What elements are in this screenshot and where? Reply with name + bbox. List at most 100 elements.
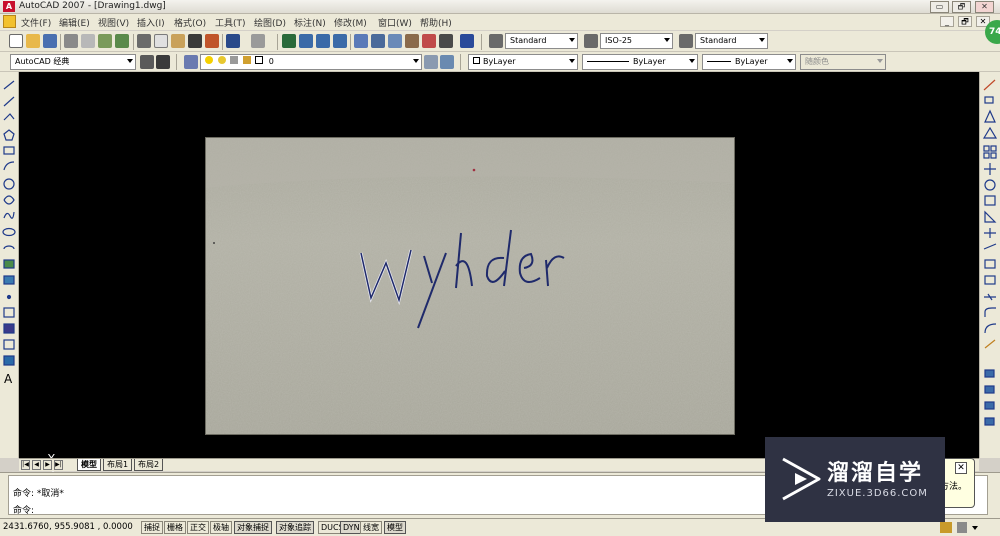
doc-minimize-button[interactable]: _ (940, 16, 954, 27)
polar-toggle[interactable]: 极轴 (210, 521, 232, 534)
handwriting-image (206, 138, 734, 434)
open-icon[interactable] (26, 34, 40, 48)
minimize-button[interactable]: ▭ (930, 1, 949, 13)
copy-icon[interactable] (154, 34, 168, 48)
close-button[interactable]: ✕ (975, 1, 994, 13)
workspace-select[interactable]: AutoCAD 经典 (10, 54, 136, 70)
prev-tab-button[interactable]: ◀ (32, 460, 41, 470)
table-icon (3, 355, 15, 366)
command-history-line: 命令: *取消* (13, 489, 64, 499)
sheet-set-icon[interactable] (405, 34, 419, 48)
doc-restore-button[interactable]: 🗗 (958, 16, 972, 27)
explode-icon (984, 339, 996, 349)
document-menu-icon[interactable] (3, 15, 16, 28)
menu-format[interactable]: 格式(O) (174, 16, 206, 29)
color-select[interactable]: ByLayer (468, 54, 578, 70)
multiline-text-icon: A (4, 372, 13, 386)
raster-image[interactable] (205, 137, 735, 435)
layer-color-swatch (255, 56, 264, 64)
layer-select[interactable]: 0 (200, 54, 422, 70)
snap-toggle[interactable]: 捕捉 (141, 521, 163, 534)
grid-toggle[interactable]: 栅格 (164, 521, 186, 534)
lock-icon[interactable] (957, 522, 967, 533)
table-style-select[interactable]: Standard (695, 33, 768, 49)
pan-icon[interactable] (282, 34, 296, 48)
help-icon[interactable] (460, 34, 474, 48)
break-icon (984, 275, 996, 285)
ortho-toggle[interactable]: 正交 (187, 521, 209, 534)
lightbulb-icon (205, 56, 213, 64)
menu-edit[interactable]: 编辑(E) (59, 16, 90, 29)
tool-palettes-icon[interactable] (388, 34, 402, 48)
zoom-window-icon[interactable] (316, 34, 330, 48)
ellipse-icon (2, 227, 16, 237)
layer-manager-icon[interactable] (184, 55, 198, 69)
color-swatch (473, 57, 480, 64)
draw-toolbar: A (0, 72, 19, 458)
redo-icon[interactable] (251, 34, 265, 48)
calculator-icon[interactable] (439, 34, 453, 48)
menu-tools[interactable]: 工具(T) (215, 16, 246, 29)
publish-icon[interactable] (98, 34, 112, 48)
chevron-down-icon (759, 38, 765, 42)
new-icon[interactable] (9, 34, 23, 48)
properties-icon[interactable] (354, 34, 368, 48)
osnap-toggle[interactable]: 对象捕捉 (234, 521, 272, 534)
design-center-icon[interactable] (371, 34, 385, 48)
workspace-settings-icon[interactable] (140, 55, 154, 69)
menu-modify[interactable]: 修改(M) (334, 16, 367, 29)
last-tab-button[interactable]: ▶| (54, 460, 63, 470)
tab-layout2[interactable]: 布局2 (134, 459, 164, 471)
text-style-select[interactable]: Standard (505, 33, 578, 49)
dim-style-select[interactable]: ISO-25 (600, 33, 673, 49)
print-icon[interactable] (64, 34, 78, 48)
block-editor-icon[interactable] (205, 34, 219, 48)
sun-icon (217, 56, 226, 64)
menu-file[interactable]: 文件(F) (21, 16, 51, 29)
communication-center-icon[interactable] (940, 522, 952, 533)
linetype-select[interactable]: ByLayer (582, 54, 698, 70)
command-prompt[interactable]: 命令: (13, 503, 34, 516)
workspace-save-icon[interactable] (156, 55, 170, 69)
layer-previous-icon[interactable] (440, 55, 454, 69)
menu-help[interactable]: 帮助(H) (420, 16, 452, 29)
dim-style-icon (584, 34, 598, 48)
lineweight-toggle[interactable]: 线宽 (360, 521, 382, 534)
cut-icon[interactable] (137, 34, 151, 48)
make-current-layer-icon[interactable] (424, 55, 438, 69)
first-tab-button[interactable]: |◀ (21, 460, 30, 470)
tab-model[interactable]: 模型 (77, 459, 101, 471)
zoom-previous-icon[interactable] (333, 34, 347, 48)
fillet-icon (984, 323, 997, 334)
save-icon[interactable] (43, 34, 57, 48)
layer-value: 0 (268, 57, 274, 66)
separator (60, 34, 61, 50)
model-toggle[interactable]: 模型 (384, 521, 406, 534)
menu-draw[interactable]: 绘图(D) (254, 16, 286, 29)
zoom-realtime-icon[interactable] (299, 34, 313, 48)
close-icon[interactable]: ✕ (955, 462, 967, 474)
status-menu-arrow-icon[interactable] (972, 526, 978, 530)
lineweight-select[interactable]: ByLayer (702, 54, 796, 70)
paste-icon[interactable] (171, 34, 185, 48)
tab-layout1[interactable]: 布局1 (103, 459, 133, 471)
otrack-toggle[interactable]: 对象追踪 (276, 521, 314, 534)
undo-icon[interactable] (226, 34, 240, 48)
menu-dimension[interactable]: 标注(N) (294, 16, 326, 29)
lineweight-preview (707, 61, 731, 62)
rotate-icon (984, 179, 996, 191)
autocad-app-icon[interactable]: A (3, 1, 15, 12)
menu-view[interactable]: 视图(V) (98, 16, 129, 29)
window-title: AutoCAD 2007 - [Drawing1.dwg] (19, 1, 166, 11)
text-style-icon (489, 34, 503, 48)
restore-button[interactable]: 🗗 (952, 1, 971, 13)
menu-window[interactable]: 窗口(W) (378, 16, 412, 29)
separator (481, 34, 482, 50)
next-tab-button[interactable]: ▶ (43, 460, 52, 470)
match-properties-icon[interactable] (188, 34, 202, 48)
markup-icon[interactable] (422, 34, 436, 48)
plot-icon[interactable] (115, 34, 129, 48)
coordinate-readout[interactable]: 2431.6760, 955.9081 , 0.0000 (3, 522, 133, 532)
menu-insert[interactable]: 插入(I) (137, 16, 165, 29)
preview-icon[interactable] (81, 34, 95, 48)
